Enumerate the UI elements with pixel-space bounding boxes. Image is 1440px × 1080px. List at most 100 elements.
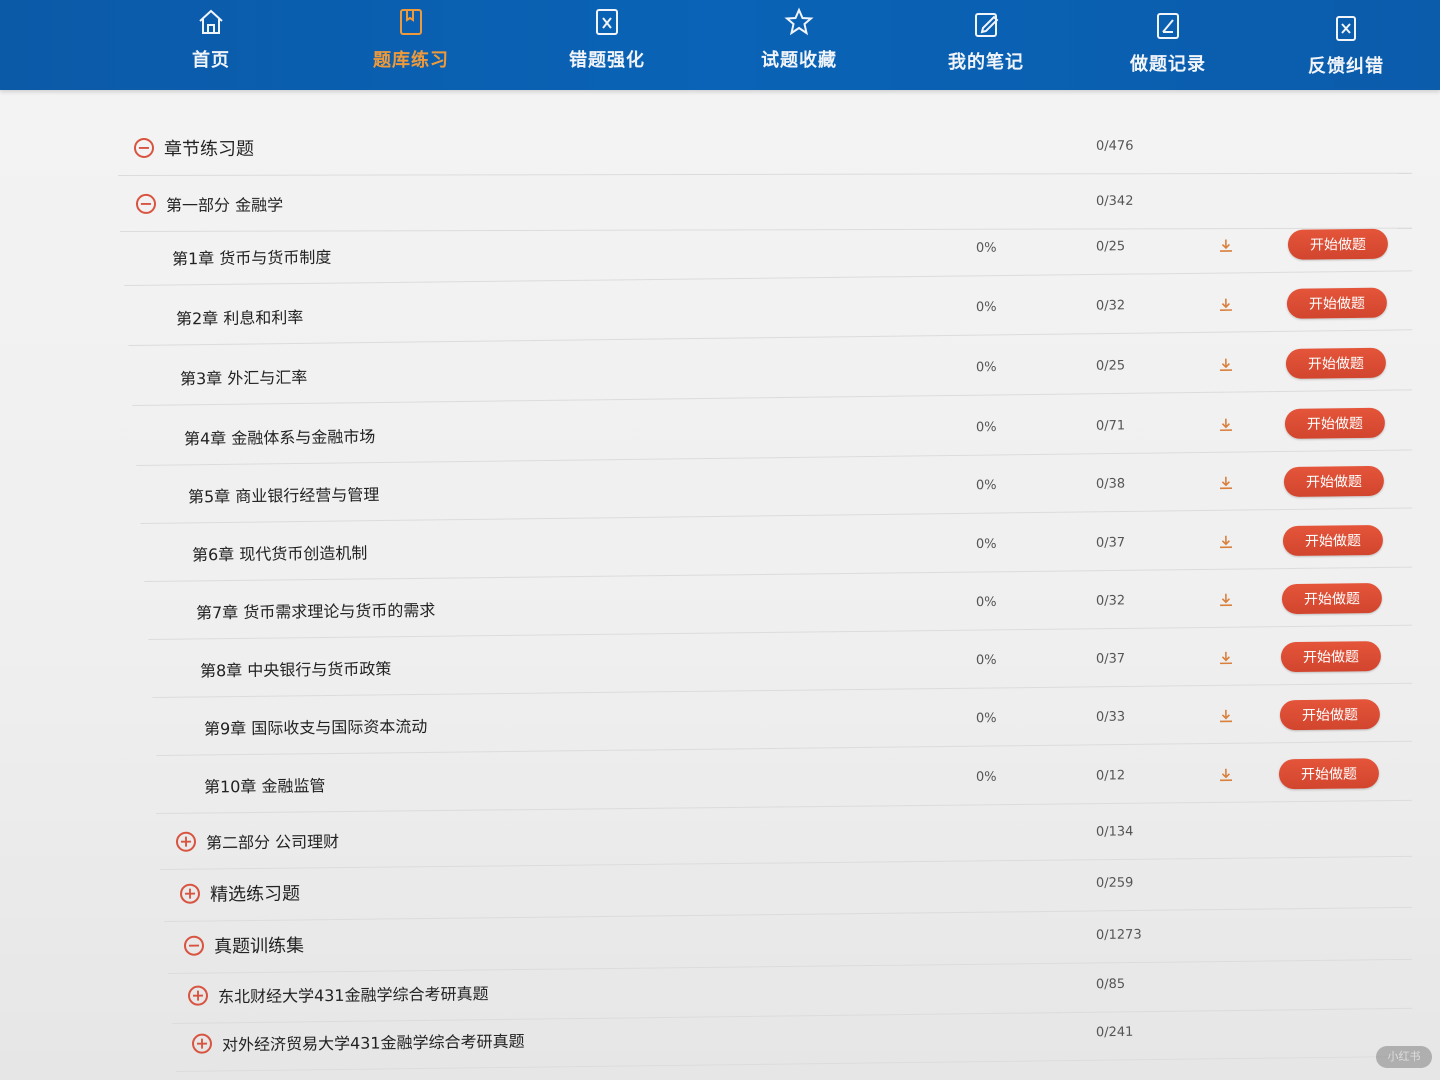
star-icon <box>783 6 815 38</box>
download-icon[interactable] <box>1218 474 1234 490</box>
row-title: 章节练习题 <box>163 138 255 160</box>
nav-item-5[interactable]: 做题记录 <box>1093 4 1243 92</box>
row-title: 第5章 商业银行经营与管理 <box>187 484 380 506</box>
list-row-chapter: 第9章 国际收支与国际资本流动 0% 0/33 开始做题 <box>155 685 1413 756</box>
question-count: 0/33 <box>1095 709 1126 725</box>
question-count: 0/32 <box>1095 592 1126 609</box>
row-title: 第3章 外汇与汇率 <box>179 367 308 388</box>
question-count: 0/25 <box>1095 357 1126 374</box>
start-practice-button[interactable]: 开始做题 <box>1282 524 1384 556</box>
nav-item-3[interactable]: 试题收藏 <box>724 0 874 88</box>
top-navigation: 首页 题库练习 错题强化 试题收藏 我的笔记 做题记录 反馈纠错 <box>0 0 1440 90</box>
download-icon[interactable] <box>1218 591 1234 607</box>
nav-label: 反馈纠错 <box>1308 56 1384 77</box>
download-icon[interactable] <box>1218 533 1234 549</box>
row-title: 第1章 货币与货币制度 <box>171 247 332 268</box>
feedback-icon <box>1330 12 1362 44</box>
question-count: 0/25 <box>1095 238 1126 254</box>
start-practice-button[interactable]: 开始做题 <box>1285 347 1387 379</box>
row-title: 第7章 货币需求理论与货币的需求 <box>195 600 436 622</box>
question-bank-list: − 章节练习题 0/476− 第一部分 金融学 0/342 第1章 货币与货币制度 0% 0/… <box>0 90 1440 1080</box>
nav-label: 试题收藏 <box>761 50 837 71</box>
list-row-chapter: 第3章 外汇与汇率 0% 0/25 开始做题 <box>131 334 1413 406</box>
nav-item-0[interactable]: 首页 <box>136 0 286 88</box>
collapse-icon[interactable]: − <box>133 137 155 158</box>
progress-percent: 0% <box>975 710 997 726</box>
wrong-icon <box>591 6 623 38</box>
question-count: 0/37 <box>1095 534 1126 551</box>
expand-icon[interactable]: + <box>179 883 201 904</box>
row-title: 第4章 金融体系与金融市场 <box>183 426 376 448</box>
expand-icon[interactable]: + <box>187 985 209 1006</box>
question-count: 0/476 <box>1095 138 1134 154</box>
progress-percent: 0% <box>975 594 997 610</box>
collapse-icon[interactable]: − <box>183 935 205 956</box>
row-title: 对外经济贸易大学431金融学综合考研真题 <box>221 1031 525 1054</box>
nav-label: 做题记录 <box>1130 54 1206 75</box>
progress-percent: 0% <box>975 652 997 668</box>
question-count: 0/1273 <box>1095 926 1142 943</box>
start-practice-button[interactable]: 开始做题 <box>1280 640 1382 672</box>
row-title: 第6章 现代货币创造机制 <box>191 542 368 564</box>
download-icon[interactable] <box>1218 766 1234 782</box>
row-title: 第2章 利息和利率 <box>175 307 304 328</box>
question-count: 0/71 <box>1095 417 1126 434</box>
start-practice-button[interactable]: 开始做题 <box>1286 287 1388 319</box>
nav-label: 错题强化 <box>569 50 645 71</box>
progress-percent: 0% <box>975 359 997 375</box>
nav-label: 题库练习 <box>373 50 449 71</box>
question-count: 0/38 <box>1095 475 1126 492</box>
progress-percent: 0% <box>975 536 997 552</box>
download-icon[interactable] <box>1218 237 1234 253</box>
nav-label: 我的笔记 <box>948 52 1024 73</box>
question-count: 0/32 <box>1095 297 1126 314</box>
download-icon[interactable] <box>1218 707 1234 723</box>
nav-label: 首页 <box>192 50 230 71</box>
row-title: 第二部分 公司理财 <box>205 831 340 853</box>
note-icon <box>970 8 1002 40</box>
book-icon <box>395 6 427 38</box>
row-title: 第一部分 金融学 <box>165 195 284 215</box>
question-count: 0/134 <box>1095 823 1134 840</box>
download-icon[interactable] <box>1218 416 1234 432</box>
row-title: 精选练习题 <box>209 882 301 905</box>
nav-item-4[interactable]: 我的笔记 <box>911 2 1061 90</box>
question-count: 0/342 <box>1095 193 1134 209</box>
nav-item-2[interactable]: 错题强化 <box>532 0 682 88</box>
start-practice-button[interactable]: 开始做题 <box>1284 407 1386 439</box>
start-practice-button[interactable]: 开始做题 <box>1283 465 1385 497</box>
row-title: 东北财经大学431金融学综合考研真题 <box>217 983 489 1006</box>
progress-percent: 0% <box>975 240 997 256</box>
collapse-icon[interactable]: − <box>135 193 157 214</box>
question-count: 0/12 <box>1095 767 1126 784</box>
start-practice-button[interactable]: 开始做题 <box>1281 582 1383 614</box>
row-title: 第10章 金融监管 <box>203 775 326 796</box>
list-row-section[interactable]: − 章节练习题 0/476 <box>117 117 1413 176</box>
start-practice-button[interactable]: 开始做题 <box>1287 228 1389 260</box>
expand-icon[interactable]: + <box>191 1033 213 1054</box>
progress-percent: 0% <box>975 299 997 315</box>
record-icon <box>1152 10 1184 42</box>
row-title: 第8章 中央银行与货币政策 <box>199 658 392 680</box>
start-practice-button[interactable]: 开始做题 <box>1279 698 1381 730</box>
row-title: 真题训练集 <box>213 934 305 957</box>
progress-percent: 0% <box>975 477 997 493</box>
progress-percent: 0% <box>975 419 997 435</box>
question-count: 0/241 <box>1095 1024 1134 1040</box>
progress-percent: 0% <box>975 769 997 785</box>
home-icon <box>195 6 227 38</box>
question-count: 0/37 <box>1095 650 1126 667</box>
download-icon[interactable] <box>1218 296 1234 312</box>
watermark: 小红书 <box>1376 1046 1432 1068</box>
question-count: 0/259 <box>1095 875 1134 891</box>
row-title: 第9章 国际收支与国际资本流动 <box>203 716 428 738</box>
nav-item-6[interactable]: 反馈纠错 <box>1271 6 1421 94</box>
download-icon[interactable] <box>1218 356 1234 372</box>
list-row-chapter: 第2章 利息和利率 0% 0/32 开始做题 <box>127 274 1413 346</box>
download-icon[interactable] <box>1218 649 1234 665</box>
start-practice-button[interactable]: 开始做题 <box>1278 757 1380 789</box>
expand-icon[interactable]: + <box>175 831 197 852</box>
nav-item-1[interactable]: 题库练习 <box>336 0 486 88</box>
question-count: 0/85 <box>1095 976 1126 992</box>
screen: 首页 题库练习 错题强化 试题收藏 我的笔记 做题记录 反馈纠错 − 章节练习题 0/476− 第… <box>0 0 1440 1080</box>
